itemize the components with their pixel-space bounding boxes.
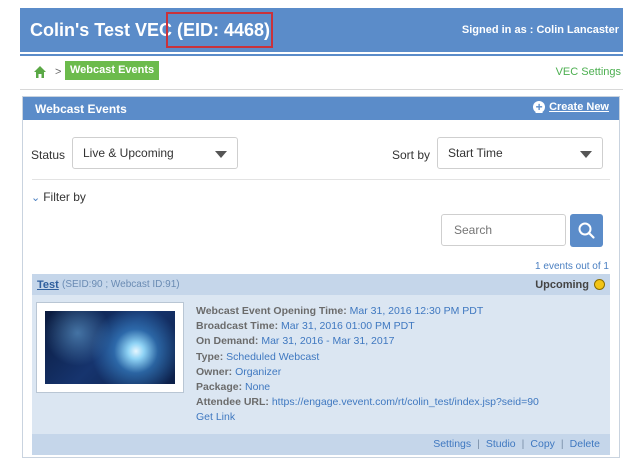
event-card-header: Test (SEID:90 ; Webcast ID:91) Upcoming: [32, 274, 610, 295]
plus-icon: +: [533, 101, 546, 113]
breadcrumb-separator: >: [55, 66, 62, 78]
create-new-label: Create New: [549, 101, 609, 113]
action-separator: |: [521, 438, 525, 450]
thumbnail-image: [45, 311, 175, 384]
action-separator: |: [560, 438, 564, 450]
webcast-events-panel: Webcast Events + Create New Status Live …: [22, 96, 620, 458]
copy-link[interactable]: Copy: [530, 438, 555, 450]
status-dot-icon: [594, 279, 605, 290]
detail-on-demand: On Demand: Mar 31, 2016 - Mar 31, 2017: [196, 335, 395, 348]
breadcrumb: > Webcast Events VEC Settings: [20, 56, 623, 88]
event-card: Test (SEID:90 ; Webcast ID:91) Upcoming …: [32, 274, 610, 455]
filter-by-toggle[interactable]: ⌄ Filter by: [31, 190, 86, 204]
status-select-value: Live & Upcoming: [83, 146, 174, 160]
event-name-link[interactable]: Test: [37, 279, 59, 291]
chevron-down-icon: ⌄: [31, 192, 41, 204]
sort-label: Sort by: [392, 148, 431, 162]
settings-link[interactable]: Settings: [433, 438, 471, 450]
sort-select[interactable]: Start Time: [437, 137, 603, 169]
home-icon[interactable]: [33, 65, 47, 79]
studio-link[interactable]: Studio: [486, 438, 516, 450]
detail-package: Package: None: [196, 381, 271, 394]
detail-type: Type: Scheduled Webcast: [196, 350, 320, 363]
event-thumbnail[interactable]: [36, 302, 184, 393]
app-header: Colin's Test VEC (EID: 4468) Signed in a…: [20, 8, 623, 52]
vec-settings-link[interactable]: VEC Settings: [556, 66, 621, 78]
event-card-footer: Settings | Studio | Copy | Delete: [32, 434, 610, 455]
chevron-down-icon: [215, 151, 227, 158]
detail-owner: Owner: Organizer: [196, 365, 282, 378]
delete-link[interactable]: Delete: [570, 438, 600, 450]
event-ids: (SEID:90 ; Webcast ID:91): [62, 279, 180, 290]
event-actions: Settings | Studio | Copy | Delete: [433, 438, 600, 450]
sort-select-value: Start Time: [448, 146, 503, 160]
action-separator: |: [477, 438, 480, 450]
detail-attendee-url: Attendee URL: https://engage.vevent.com/…: [196, 396, 539, 409]
filter-divider: [32, 179, 610, 180]
search-icon: [578, 222, 595, 239]
status-select[interactable]: Live & Upcoming: [72, 137, 238, 169]
filter-by-label: Filter by: [43, 190, 86, 204]
breadcrumb-divider: [20, 89, 623, 90]
chevron-down-icon: [580, 151, 592, 158]
status-label: Status: [31, 148, 66, 162]
results-count: 1 events out of 1: [535, 261, 609, 272]
detail-broadcast-time: Broadcast Time: Mar 31, 2016 01:00 PM PD…: [196, 320, 415, 333]
breadcrumb-current[interactable]: Webcast Events: [65, 61, 160, 80]
signed-in-label: Signed in as : Colin Lancaster: [461, 24, 619, 36]
panel-header: Webcast Events + Create New: [23, 97, 619, 120]
attendee-url-link[interactable]: https://engage.vevent.com/rt/colin_test/…: [272, 396, 539, 408]
event-details: Webcast Event Opening Time: Mar 31, 2016…: [196, 304, 539, 426]
app-frame: Colin's Test VEC (EID: 4468) Signed in a…: [20, 8, 623, 466]
detail-opening-time: Webcast Event Opening Time: Mar 31, 2016…: [196, 305, 484, 317]
create-new-button[interactable]: + Create New: [533, 101, 609, 113]
get-link[interactable]: Get Link: [196, 410, 539, 425]
search-button[interactable]: [570, 214, 603, 247]
search-input[interactable]: [441, 214, 566, 246]
panel-title: Webcast Events: [35, 102, 127, 116]
status-badge: Upcoming: [535, 279, 589, 291]
vec-name: Colin's Test VEC: [30, 20, 172, 40]
eid-highlight-box: [166, 12, 273, 48]
